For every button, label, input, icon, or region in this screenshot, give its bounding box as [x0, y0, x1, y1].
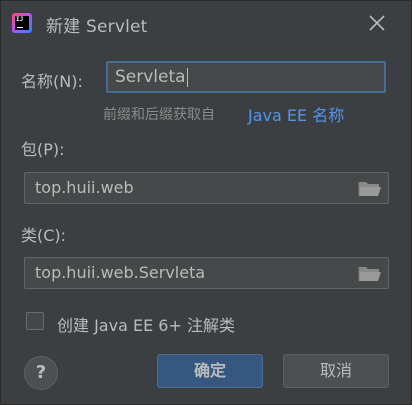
package-label: 包(P): — [21, 140, 65, 159]
class-field-value: top.huii.web.Servleta — [35, 263, 206, 282]
dialog-title: 新建 Servlet — [46, 17, 148, 37]
close-button[interactable] — [365, 11, 389, 35]
name-input[interactable]: Servleta — [106, 61, 386, 93]
close-icon — [369, 15, 385, 31]
help-button[interactable]: ? — [24, 356, 58, 390]
folder-open-icon — [358, 182, 381, 196]
new-servlet-dialog: IJ 新建 Servlet 名称(N): Servleta 前缀和后缀获取自 J… — [0, 0, 412, 405]
name-label: 名称(N): — [21, 72, 83, 91]
name-hint: 前缀和后缀获取自 — [103, 107, 215, 123]
text-caret — [186, 67, 188, 87]
intellij-idea-icon: IJ — [12, 13, 32, 33]
class-field[interactable]: top.huii.web.Servleta — [24, 257, 389, 289]
name-input-value: Servleta — [115, 67, 186, 87]
class-label: 类(C): — [21, 226, 67, 245]
annotation-checkbox[interactable] — [26, 312, 44, 330]
ok-button[interactable]: 确定 — [157, 354, 263, 388]
java-ee-names-link[interactable]: Java EE 名称 — [248, 102, 344, 126]
annotation-checkbox-label[interactable]: 创建 Java EE 6+ 注解类 — [57, 312, 235, 336]
title-bar: IJ 新建 Servlet — [1, 1, 411, 45]
cancel-button[interactable]: 取消 — [283, 354, 389, 388]
package-field-value: top.huii.web — [35, 178, 134, 197]
folder-open-icon — [358, 267, 381, 281]
app-icon-text: IJ — [16, 16, 24, 23]
package-browse-button[interactable] — [358, 180, 382, 197]
class-browse-button[interactable] — [358, 265, 382, 282]
package-field[interactable]: top.huii.web — [24, 172, 389, 204]
